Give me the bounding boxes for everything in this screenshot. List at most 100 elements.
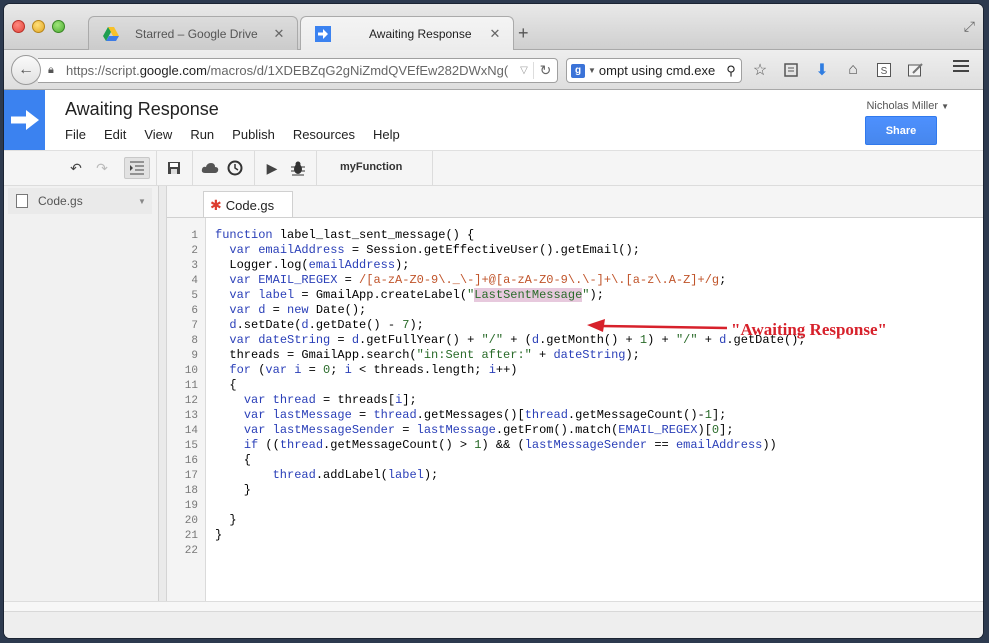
editor-area: ✱ Code.gs 1 2 3 4 5 6 7 8 9 10 11 12 13 … [167, 186, 983, 601]
code-line[interactable]: function label_last_sent_message() { [215, 228, 474, 243]
annotation-label: "Awaiting Response" [731, 320, 887, 339]
file-dropdown-icon[interactable]: ▼ [132, 197, 152, 206]
tab-bar: Starred – Google Drive ✕ Awaiting Respon… [4, 4, 983, 50]
reading-list-icon[interactable] [780, 59, 802, 81]
notes-icon[interactable] [904, 59, 926, 81]
bookmark-star-icon[interactable]: ☆ [749, 59, 771, 81]
line-number: 11 [184, 380, 198, 392]
code-line[interactable]: var label = GmailApp.createLabel("LastSe… [215, 288, 604, 303]
new-tab-icon[interactable]: + [518, 23, 529, 44]
line-number: 10 [184, 365, 198, 377]
code-line[interactable]: thread.addLabel(label); [215, 468, 439, 483]
share-button[interactable]: Share [865, 116, 937, 145]
file-sidebar: Code.gs ▼ [4, 186, 159, 601]
tab-close-icon[interactable]: ✕ [271, 26, 287, 42]
code-editor[interactable]: 1 2 3 4 5 6 7 8 9 10 11 12 13 14 15 16 1… [167, 217, 983, 601]
code-line[interactable]: d.setDate(d.getDate() - 7); [215, 318, 423, 333]
tab-code-gs[interactable]: ✱ Code.gs [203, 191, 293, 218]
code-line[interactable]: } [215, 528, 222, 543]
run-icon[interactable]: ▶ [262, 157, 282, 179]
search-input[interactable]: ompt using cmd.exe [599, 63, 721, 78]
menu-run[interactable]: Run [190, 127, 214, 142]
code-line[interactable]: } [215, 483, 251, 498]
line-number: 12 [184, 395, 198, 407]
debug-bug-icon[interactable] [288, 157, 308, 179]
url-text[interactable]: https://script.google.com/macros/d/1XDEB… [66, 63, 515, 78]
code-line[interactable]: var d = new Date(); [215, 303, 366, 318]
menu-view[interactable]: View [144, 127, 172, 142]
code-line[interactable]: if ((thread.getMessageCount() > 1) && (l… [215, 438, 777, 453]
maximize-window-icon[interactable] [52, 20, 65, 33]
code-line[interactable]: var emailAddress = Session.getEffectiveU… [215, 243, 639, 258]
line-number: 3 [191, 260, 198, 272]
menu-publish[interactable]: Publish [232, 127, 275, 142]
save-icon[interactable] [164, 157, 184, 179]
tab-starred-google-drive[interactable]: Starred – Google Drive ✕ [88, 16, 298, 50]
triggers-clock-icon[interactable] [225, 157, 245, 179]
code-line[interactable]: var EMAIL_REGEX = /[a-zA-Z0-9\._\-]+@[a-… [215, 273, 726, 288]
minimize-window-icon[interactable] [32, 20, 45, 33]
apps-script-logo[interactable] [4, 90, 45, 150]
code-line[interactable]: Logger.log(emailAddress); [215, 258, 409, 273]
line-number: 5 [191, 290, 198, 302]
toolbar-divider [254, 151, 255, 185]
home-icon[interactable]: ⌂ [842, 59, 864, 81]
code-line[interactable]: } [215, 513, 236, 528]
code-line[interactable]: var lastMessage = thread.getMessages()[t… [215, 408, 727, 423]
annotation-arrow [587, 319, 728, 332]
code-line[interactable]: var dateString = d.getFullYear() + "/" +… [215, 333, 805, 348]
file-name: Code.gs [38, 194, 83, 208]
line-number: 16 [184, 455, 198, 467]
svg-text:S: S [881, 66, 888, 77]
code-line[interactable]: { [215, 378, 236, 393]
menu-bar: File Edit View Run Publish Resources Hel… [65, 127, 418, 142]
search-bar[interactable]: g ▼ ompt using cmd.exe ⚲ [566, 58, 742, 83]
google-search-provider-icon[interactable]: g [571, 63, 585, 78]
file-item-code-gs[interactable]: Code.gs ▼ [8, 188, 152, 214]
status-bar [4, 611, 983, 638]
code-line[interactable]: threads = GmailApp.search("in:Sent after… [215, 348, 640, 363]
sidebar-splitter[interactable] [159, 186, 167, 601]
navigation-bar: 🔒︎ https://script.google.com/macros/d/1X… [4, 50, 983, 90]
deploy-cloud-icon[interactable] [199, 157, 221, 179]
url-bar[interactable]: 🔒︎ https://script.google.com/macros/d/1X… [38, 58, 558, 83]
line-number: 18 [184, 485, 198, 497]
menu-resources[interactable]: Resources [293, 127, 355, 142]
user-account-menu[interactable]: Nicholas Miller ▼ [866, 100, 949, 112]
line-number: 20 [184, 515, 198, 527]
arrow-right-icon [10, 110, 39, 130]
browser-toolbar-icons: ☆ ⬇ ⌂ S [749, 59, 935, 81]
toolbar-divider [156, 151, 157, 185]
reload-icon[interactable]: ↻ [533, 62, 557, 79]
code-tab-label: Code.gs [225, 197, 275, 213]
code-line[interactable]: var thread = threads[i]; [215, 393, 417, 408]
lock-icon: 🔒︎ [48, 64, 54, 76]
horizontal-scrollbar[interactable] [4, 601, 983, 611]
menu-file[interactable]: File [65, 127, 86, 142]
menu-edit[interactable]: Edit [104, 127, 126, 142]
redo-icon[interactable]: ↷ [92, 157, 112, 179]
fullscreen-icon[interactable]: ⤢ [964, 18, 975, 35]
project-title[interactable]: Awaiting Response [65, 99, 219, 120]
menu-help[interactable]: Help [373, 127, 400, 142]
tab-awaiting-response[interactable]: Awaiting Response ✕ [300, 16, 514, 50]
back-arrow-icon: ← [18, 61, 34, 78]
toolbar-divider [316, 151, 317, 185]
search-icon[interactable]: ⚲ [721, 63, 741, 79]
close-window-icon[interactable] [12, 20, 25, 33]
code-line[interactable]: { [215, 453, 251, 468]
line-number: 13 [184, 410, 198, 422]
tab-close-icon[interactable]: ✕ [487, 26, 503, 42]
back-button[interactable]: ← [11, 55, 41, 85]
code-line[interactable]: for (var i = 0; i < threads.length; i++) [215, 363, 517, 378]
indent-toggle-icon[interactable] [124, 157, 150, 179]
unsaved-indicator-icon: ✱ [210, 196, 222, 213]
hamburger-menu-icon[interactable] [953, 60, 969, 75]
search-provider-dropdown-icon[interactable]: ▼ [588, 66, 596, 75]
download-icon[interactable]: ⬇ [811, 59, 833, 81]
extension-icon[interactable]: S [873, 59, 895, 81]
function-select[interactable]: myFunction [340, 161, 402, 173]
url-history-dropdown-icon[interactable]: ▽ [515, 65, 533, 76]
undo-icon[interactable]: ↶ [66, 157, 86, 179]
code-line[interactable]: var lastMessageSender = lastMessage.getF… [215, 423, 734, 438]
